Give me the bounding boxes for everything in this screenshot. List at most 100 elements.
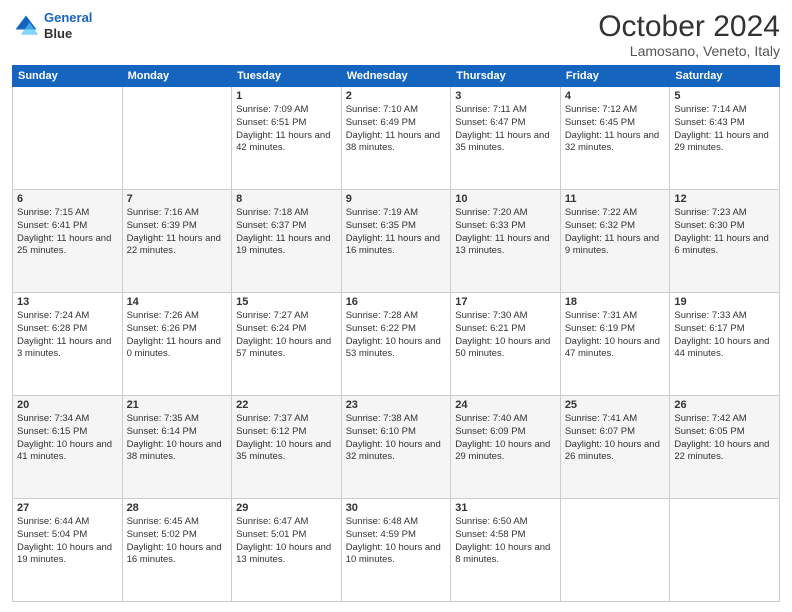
day-cell: 29 Sunrise: 6:47 AM Sunset: 5:01 PM Dayli… [232,499,342,602]
day-number: 15 [236,296,337,308]
day-info: Sunrise: 7:34 AM Sunset: 6:15 PM Dayligh… [17,413,118,464]
location: Lamosano, Veneto, Italy [598,43,780,59]
day-info: Sunrise: 7:37 AM Sunset: 6:12 PM Dayligh… [236,413,337,464]
day-number: 23 [346,399,447,411]
logo-text: General Blue [44,10,92,41]
day-info: Sunrise: 7:42 AM Sunset: 6:05 PM Dayligh… [674,413,775,464]
day-info: Sunrise: 6:48 AM Sunset: 4:59 PM Dayligh… [346,516,447,567]
day-cell: 1Sunrise: 7:09 AM Sunset: 6:51 PM Daylig… [232,87,342,190]
day-cell: 15Sunrise: 7:27 AM Sunset: 6:24 PM Dayli… [232,293,342,396]
day-cell [670,499,780,602]
day-number: 5 [674,90,775,102]
day-number: 1 [236,90,337,102]
day-info: Sunrise: 7:18 AM Sunset: 6:37 PM Dayligh… [236,207,337,258]
day-number: 22 [236,399,337,411]
day-info: Sunrise: 7:38 AM Sunset: 6:10 PM Dayligh… [346,413,447,464]
logo: General Blue [12,10,92,41]
day-info: Sunrise: 7:15 AM Sunset: 6:41 PM Dayligh… [17,207,118,258]
day-number: 4 [565,90,666,102]
day-number: 20 [17,399,118,411]
day-cell: 20 Sunrise: 7:34 AM Sunset: 6:15 PM Dayli… [13,396,123,499]
day-number: 9 [346,193,447,205]
day-cell [560,499,670,602]
weekday-header: Saturday [670,66,780,87]
day-cell: 21Sunrise: 7:35 AM Sunset: 6:14 PM Dayli… [122,396,232,499]
day-cell: 10 Sunrise: 7:20 AM Sunset: 6:33 PM Dayli… [451,190,561,293]
day-number: 25 [565,399,666,411]
day-cell: 27 Sunrise: 6:44 AM Sunset: 5:04 PM Dayli… [13,499,123,602]
day-cell: 18Sunrise: 7:31 AM Sunset: 6:19 PM Dayli… [560,293,670,396]
logo-icon [12,12,40,40]
day-info: Sunrise: 6:47 AM Sunset: 5:01 PM Dayligh… [236,516,337,567]
day-info: Sunrise: 7:10 AM Sunset: 6:49 PM Dayligh… [346,104,447,155]
day-number: 26 [674,399,775,411]
day-info: Sunrise: 7:16 AM Sunset: 6:39 PM Dayligh… [127,207,228,258]
day-info: Sunrise: 6:50 AM Sunset: 4:58 PM Dayligh… [455,516,556,567]
day-info: Sunrise: 7:40 AM Sunset: 6:09 PM Dayligh… [455,413,556,464]
weekday-header: Sunday [13,66,123,87]
day-info: Sunrise: 7:12 AM Sunset: 6:45 PM Dayligh… [565,104,666,155]
day-number: 16 [346,296,447,308]
day-number: 11 [565,193,666,205]
header: General Blue October 2024 Lamosano, Vene… [12,10,780,59]
day-cell: 7 Sunrise: 7:16 AM Sunset: 6:39 PM Daylig… [122,190,232,293]
calendar: SundayMondayTuesdayWednesdayThursdayFrid… [12,65,780,602]
week-row: 13Sunrise: 7:24 AM Sunset: 6:28 PM Dayli… [13,293,780,396]
day-number: 10 [455,193,556,205]
day-cell [13,87,123,190]
day-number: 8 [236,193,337,205]
weekday-header: Thursday [451,66,561,87]
day-info: Sunrise: 7:30 AM Sunset: 6:21 PM Dayligh… [455,310,556,361]
weekday-header-row: SundayMondayTuesdayWednesdayThursdayFrid… [13,66,780,87]
weekday-header: Monday [122,66,232,87]
day-info: Sunrise: 7:24 AM Sunset: 6:28 PM Dayligh… [17,310,118,361]
day-cell: 30Sunrise: 6:48 AM Sunset: 4:59 PM Dayli… [341,499,451,602]
day-number: 17 [455,296,556,308]
day-number: 24 [455,399,556,411]
day-number: 2 [346,90,447,102]
day-info: Sunrise: 6:44 AM Sunset: 5:04 PM Dayligh… [17,516,118,567]
day-cell: 9Sunrise: 7:19 AM Sunset: 6:35 PM Daylig… [341,190,451,293]
day-number: 14 [127,296,228,308]
day-info: Sunrise: 7:41 AM Sunset: 6:07 PM Dayligh… [565,413,666,464]
day-cell: 23 Sunrise: 7:38 AM Sunset: 6:10 PM Dayli… [341,396,451,499]
title-block: October 2024 Lamosano, Veneto, Italy [598,10,780,59]
day-info: Sunrise: 6:45 AM Sunset: 5:02 PM Dayligh… [127,516,228,567]
day-info: Sunrise: 7:20 AM Sunset: 6:33 PM Dayligh… [455,207,556,258]
weekday-header: Wednesday [341,66,451,87]
day-info: Sunrise: 7:22 AM Sunset: 6:32 PM Dayligh… [565,207,666,258]
day-info: Sunrise: 7:28 AM Sunset: 6:22 PM Dayligh… [346,310,447,361]
day-cell: 14 Sunrise: 7:26 AM Sunset: 6:26 PM Dayli… [122,293,232,396]
day-number: 6 [17,193,118,205]
week-row: 20 Sunrise: 7:34 AM Sunset: 6:15 PM Dayli… [13,396,780,499]
day-number: 7 [127,193,228,205]
page: General Blue October 2024 Lamosano, Vene… [0,0,792,612]
day-number: 27 [17,502,118,514]
day-cell: 13Sunrise: 7:24 AM Sunset: 6:28 PM Dayli… [13,293,123,396]
day-cell: 24 Sunrise: 7:40 AM Sunset: 6:09 PM Dayli… [451,396,561,499]
week-row: 6 Sunrise: 7:15 AM Sunset: 6:41 PM Daylig… [13,190,780,293]
day-info: Sunrise: 7:23 AM Sunset: 6:30 PM Dayligh… [674,207,775,258]
weekday-header: Tuesday [232,66,342,87]
day-cell [122,87,232,190]
day-cell: 26 Sunrise: 7:42 AM Sunset: 6:05 PM Dayli… [670,396,780,499]
month-title: October 2024 [598,10,780,43]
day-number: 31 [455,502,556,514]
day-cell: 5 Sunrise: 7:14 AM Sunset: 6:43 PM Daylig… [670,87,780,190]
day-info: Sunrise: 7:33 AM Sunset: 6:17 PM Dayligh… [674,310,775,361]
day-info: Sunrise: 7:14 AM Sunset: 6:43 PM Dayligh… [674,104,775,155]
weekday-header: Friday [560,66,670,87]
day-cell: 28Sunrise: 6:45 AM Sunset: 5:02 PM Dayli… [122,499,232,602]
day-number: 12 [674,193,775,205]
day-number: 29 [236,502,337,514]
day-info: Sunrise: 7:11 AM Sunset: 6:47 PM Dayligh… [455,104,556,155]
day-info: Sunrise: 7:31 AM Sunset: 6:19 PM Dayligh… [565,310,666,361]
day-number: 3 [455,90,556,102]
day-info: Sunrise: 7:26 AM Sunset: 6:26 PM Dayligh… [127,310,228,361]
week-row: 1Sunrise: 7:09 AM Sunset: 6:51 PM Daylig… [13,87,780,190]
day-number: 21 [127,399,228,411]
day-cell: 8 Sunrise: 7:18 AM Sunset: 6:37 PM Daylig… [232,190,342,293]
day-cell: 31 Sunrise: 6:50 AM Sunset: 4:58 PM Dayli… [451,499,561,602]
week-row: 27 Sunrise: 6:44 AM Sunset: 5:04 PM Dayli… [13,499,780,602]
day-cell: 3 Sunrise: 7:11 AM Sunset: 6:47 PM Daylig… [451,87,561,190]
